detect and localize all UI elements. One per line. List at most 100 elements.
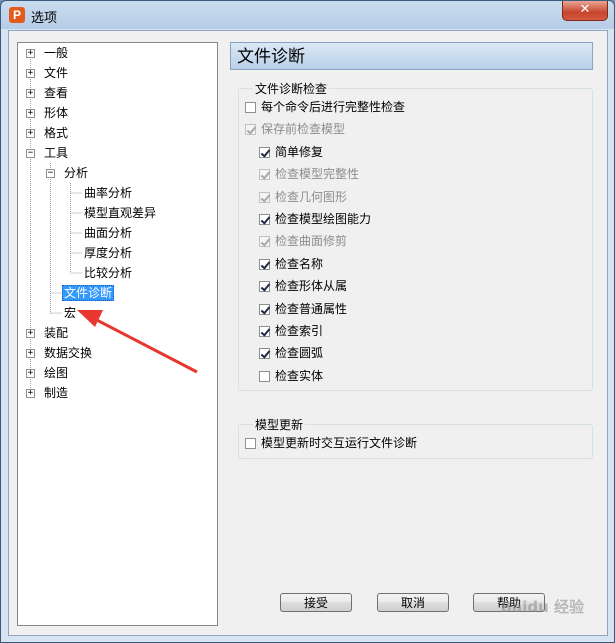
checkbox xyxy=(259,191,270,203)
expand-icon[interactable]: + xyxy=(26,349,35,358)
checkbox[interactable] xyxy=(259,370,270,382)
tree-item[interactable]: + 格式 xyxy=(26,124,70,142)
checkbox[interactable] xyxy=(259,214,270,225)
checkbox-label: 检查普通属性 xyxy=(275,301,348,316)
tree-item-label: 绘图 xyxy=(44,366,69,380)
tree-item[interactable]: 比较分析 xyxy=(82,264,134,282)
tree-item-label: 厚度分析 xyxy=(84,246,133,260)
checkbox-label: 每个命令后进行完整性检查 xyxy=(261,100,406,114)
checkbox-row[interactable]: 检查普通属性 xyxy=(259,301,347,317)
cancel-button[interactable]: 取消 xyxy=(377,593,449,612)
expand-icon[interactable]: + xyxy=(26,369,35,378)
page-title: 文件诊断 xyxy=(230,42,593,70)
checkbox xyxy=(259,169,270,181)
checkbox-label: 检查实体 xyxy=(275,368,324,383)
checkbox-label: 简单修复 xyxy=(275,144,324,159)
tree-item-label: 工具 xyxy=(44,146,69,160)
tree-item[interactable]: + 一般 xyxy=(26,44,70,62)
expand-icon[interactable]: + xyxy=(26,69,35,78)
tree-item-label: 曲面分析 xyxy=(84,226,133,240)
checkbox[interactable] xyxy=(259,326,270,337)
checkbox-row[interactable]: 检查实体 xyxy=(259,368,323,384)
tree-item[interactable]: + 形体 xyxy=(26,104,70,122)
tree-item[interactable]: + 制造 xyxy=(26,384,70,402)
tree-item[interactable]: 宏 xyxy=(62,304,78,322)
tree-item-label: 分析 xyxy=(64,166,89,180)
tree-item-label: 文件 xyxy=(44,66,69,80)
tree-item[interactable]: + 绘图 xyxy=(26,364,70,382)
window-title: 选项 xyxy=(31,11,58,26)
expand-icon[interactable]: + xyxy=(26,389,35,398)
tree-item[interactable]: + 数据交换 xyxy=(26,344,94,362)
tree-item[interactable]: − 工具 xyxy=(26,144,70,162)
group-title: 模型更新 xyxy=(253,418,306,432)
collapse-icon[interactable]: − xyxy=(46,169,55,178)
tree-item-label: 数据交换 xyxy=(44,346,93,360)
checkbox-row[interactable]: 每个命令后进行完整性检查 xyxy=(245,99,405,115)
tree-item-label: 比较分析 xyxy=(84,266,133,280)
checkbox-row[interactable]: 检查圆弧 xyxy=(259,345,323,361)
diagnosis-check-group: 文件诊断检查 每个命令后进行完整性检查 保存前检查模型 简单修复 检查模型完整性 检查几… xyxy=(238,82,593,391)
checkbox-label: 检查名称 xyxy=(275,256,324,271)
checkbox[interactable] xyxy=(259,348,270,360)
accept-button[interactable]: 接受 xyxy=(280,593,352,612)
tree-item[interactable]: + 查看 xyxy=(26,84,70,102)
tree-item-label: 装配 xyxy=(44,326,69,340)
tree-item[interactable]: + 装配 xyxy=(26,324,70,342)
checkbox-row[interactable]: 检查索引 xyxy=(259,323,323,339)
checkbox-label: 检查圆弧 xyxy=(275,346,324,361)
options-tree[interactable]: + 一般 + 文件 + 查看 + 形体 + 格式 − 工具 − 分析 曲率分析 模型直观差异 曲面分析 厚度分析比… xyxy=(17,42,218,626)
expand-icon[interactable]: + xyxy=(26,329,35,338)
tree-item[interactable]: 模型直观差异 xyxy=(82,204,158,222)
checkbox-row[interactable]: 简单修复 xyxy=(259,144,323,160)
checkbox[interactable] xyxy=(259,258,270,270)
dialog-client-area: + 一般 + 文件 + 查看 + 形体 + 格式 − 工具 − 分析 曲率分析 模型直观差异 曲面分析 厚度分析比… xyxy=(8,30,608,636)
tree-item[interactable]: 厚度分析 xyxy=(82,244,134,262)
tree-item-label: 宏 xyxy=(64,306,77,320)
tree-item[interactable]: 曲面分析 xyxy=(82,224,134,242)
checkbox[interactable] xyxy=(259,146,270,158)
checkbox-label: 保存前检查模型 xyxy=(261,122,346,137)
tree-item[interactable]: + 文件 xyxy=(26,64,70,82)
checkbox[interactable] xyxy=(259,281,270,293)
checkbox-row[interactable]: 检查模型绘图能力 xyxy=(259,211,371,227)
checkbox[interactable] xyxy=(245,438,256,449)
title-bar[interactable]: P 选项 ✕ xyxy=(1,1,614,29)
checkbox-row[interactable]: 检查名称 xyxy=(259,256,323,272)
tree-item[interactable]: 文件诊断 xyxy=(62,284,115,302)
expand-icon[interactable]: + xyxy=(26,129,35,138)
tree-item[interactable]: − 分析 xyxy=(46,164,90,182)
checkbox-row: 保存前检查模型 xyxy=(245,121,345,137)
expand-icon[interactable]: + xyxy=(26,89,35,98)
options-dialog: P 选项 ✕ + 一般 + 文件 + 查看 + 形体 + 格式 − 工具 − 分析 曲率分析 xyxy=(0,0,615,643)
expand-icon[interactable]: + xyxy=(26,49,35,58)
group-title: 文件诊断检查 xyxy=(253,82,330,96)
tree-item-label: 形体 xyxy=(44,106,69,120)
checkbox-label: 检查曲面修剪 xyxy=(275,234,348,249)
collapse-icon[interactable]: − xyxy=(26,149,35,158)
tree-item-label: 一般 xyxy=(44,46,69,60)
checkbox xyxy=(259,236,270,248)
checkbox[interactable] xyxy=(245,102,256,113)
watermark: Baidu 经验 xyxy=(500,598,584,616)
checkbox-label: 检查模型完整性 xyxy=(275,167,360,182)
tree-item-label: 文件诊断 xyxy=(62,285,115,301)
checkbox-row[interactable]: 检查形体从属 xyxy=(259,278,347,294)
checkbox-label: 检查形体从属 xyxy=(275,279,348,294)
checkbox-row[interactable]: 模型更新时交互运行文件诊断 xyxy=(245,435,417,451)
checkbox-row: 检查曲面修剪 xyxy=(259,233,347,249)
tree-item-label: 模型直观差异 xyxy=(84,206,157,220)
tree-item[interactable]: 曲率分析 xyxy=(82,184,134,202)
checkbox[interactable] xyxy=(259,303,270,315)
settings-panel: 文件诊断 文件诊断检查 每个命令后进行完整性检查 保存前检查模型简单修复检查模型完… xyxy=(230,31,607,635)
app-logo-icon: P xyxy=(9,7,25,23)
tree-item-label: 制造 xyxy=(44,386,69,400)
checkbox-label: 模型更新时交互运行文件诊断 xyxy=(261,436,418,450)
close-button[interactable]: ✕ xyxy=(562,1,608,21)
checkbox-row: 检查模型完整性 xyxy=(259,166,359,182)
tree-item-label: 查看 xyxy=(44,86,69,100)
model-update-group: 模型更新 模型更新时交互运行文件诊断 xyxy=(238,418,593,459)
tree-item-label: 曲率分析 xyxy=(84,186,133,200)
expand-icon[interactable]: + xyxy=(26,109,35,118)
tree-item-label: 格式 xyxy=(44,126,69,140)
